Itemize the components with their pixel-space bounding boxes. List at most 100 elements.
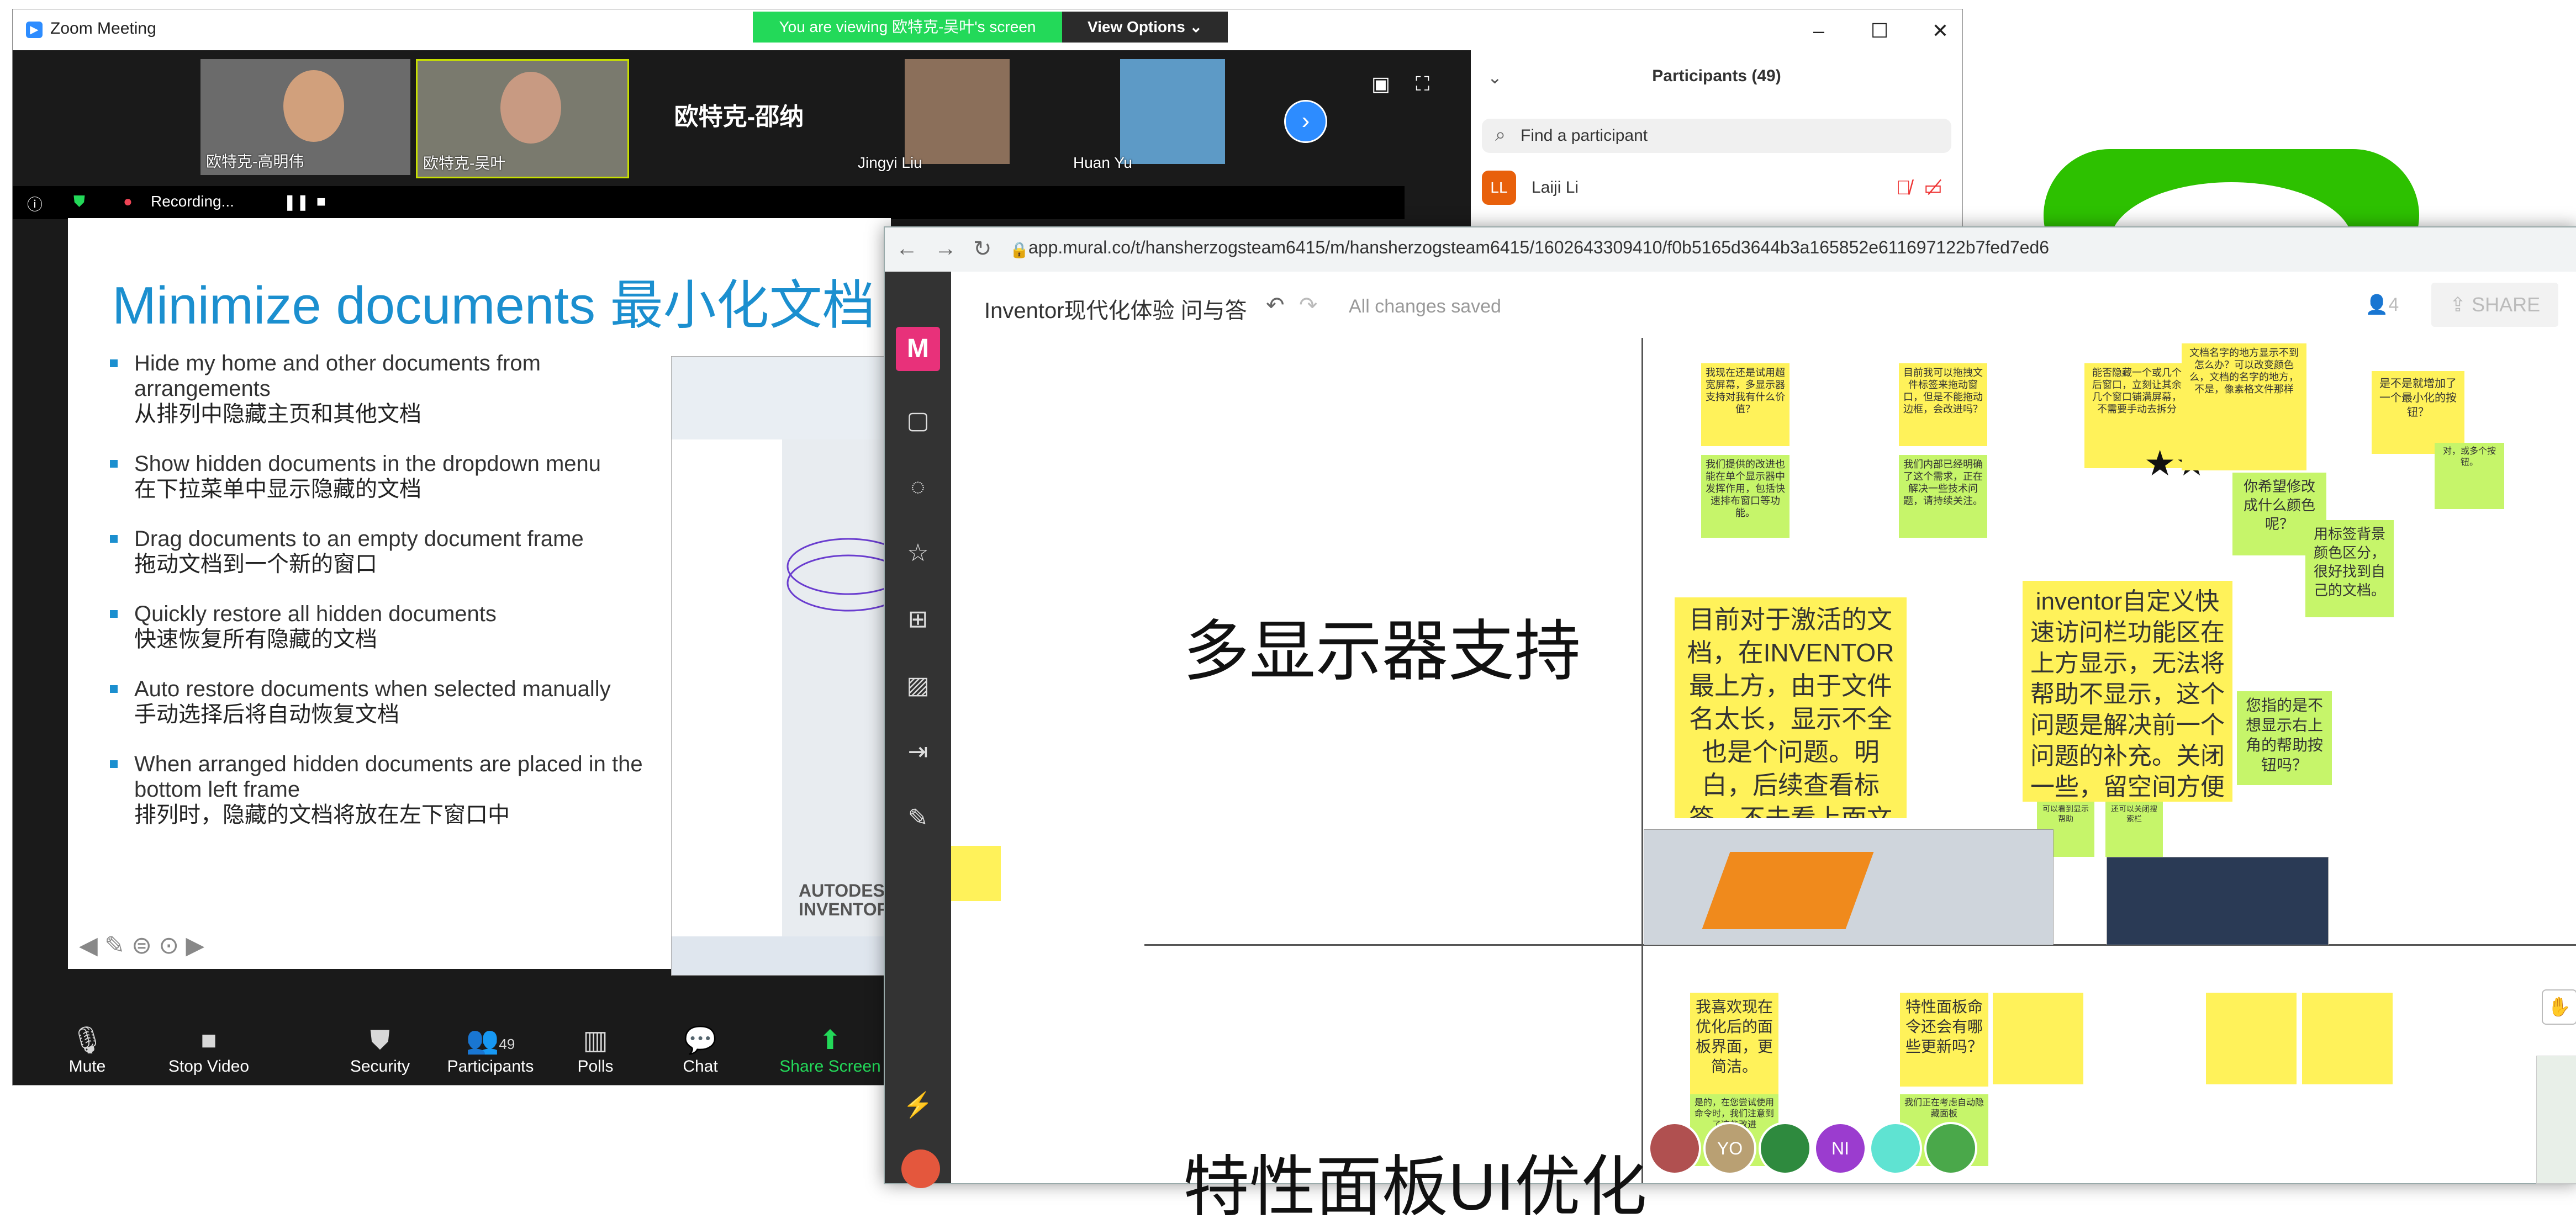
chat-button[interactable]: 💬 Chat (653, 1024, 747, 1076)
stop-video-button[interactable]: ■ Stop Video (162, 1024, 256, 1076)
star-icon[interactable]: ☆ (901, 537, 935, 570)
participant-name: Laiji Li (1532, 178, 1579, 197)
participant-name: 欧特克-邵纳 (674, 103, 804, 130)
mural-title[interactable]: Inventor现代化体验 问与答 (984, 293, 1247, 325)
sticky-note[interactable] (2302, 993, 2393, 1084)
slide-nav-icons[interactable]: ◀ ✎ ⊜ ⊙ ▶ (79, 931, 204, 960)
collaborator-avatar[interactable] (1869, 1122, 1922, 1175)
image-icon[interactable]: ▨ (901, 669, 935, 702)
frameworks-icon[interactable]: ⊞ (901, 603, 935, 636)
sticky-note[interactable]: 特性面板命令还会有哪些更新吗？ (1900, 993, 1988, 1087)
sticky-note[interactable]: 还可以关闭搜索栏 (2105, 802, 2163, 857)
pause-recording-icon[interactable]: ❚❚ (283, 193, 309, 211)
sticky-note[interactable]: 我现在还是试用超宽屏幕，多显示器支持对我有什么价值？ (1701, 363, 1790, 446)
lightning-icon[interactable]: ⚡ (901, 1089, 935, 1122)
reload-icon[interactable]: ↻ (973, 236, 992, 262)
secure-shield-icon: ⛊ (73, 193, 86, 210)
sticky-note[interactable] (1993, 993, 2083, 1084)
search-placeholder: Find a participant (1521, 126, 1648, 145)
share-screen-button[interactable]: ⬆ Share Screen (769, 1024, 891, 1076)
lock-icon: 🔒 (1010, 241, 1029, 258)
mural-logo-icon[interactable]: M (896, 327, 940, 371)
maximize-icon[interactable]: ☐ (1863, 17, 1896, 45)
window-title: Zoom Meeting (50, 19, 156, 38)
collaborator-avatar[interactable] (1648, 1122, 1701, 1175)
participant-label: 欧特克-吴叶 (423, 155, 506, 172)
participants-button[interactable]: 👥49 Participants (444, 1024, 537, 1076)
mute-button[interactable]: 🎙 Mute (40, 1024, 134, 1076)
people-icon: 👥49 (466, 1026, 515, 1055)
video-thumbnail-active[interactable]: 欧特克-吴叶 (416, 59, 629, 178)
video-thumbnail-strip: 欧特克-高明伟 欧特克-吴叶 欧特克-邵纳 Jingyi Liu Huan Yu… (13, 50, 1471, 178)
upload-icon[interactable]: ⇥ (901, 735, 935, 769)
participant-label: 欧特克-高明伟 (206, 153, 304, 170)
video-thumbnail[interactable]: Jingyi Liu (852, 59, 1062, 175)
polls-button[interactable]: ▥ Polls (548, 1024, 642, 1076)
sticky-note[interactable]: 文档名字的地方显示不到怎么办？可以改变颜色么，文档的名字的地方，不是，像素格文件… (2182, 343, 2306, 470)
user-avatar[interactable] (901, 1149, 940, 1188)
collaborator-avatar[interactable]: NI (1814, 1122, 1867, 1175)
next-page-icon[interactable]: › (1284, 100, 1327, 143)
bullet-item: Show hidden documents in the dropdown me… (101, 451, 664, 502)
mural-header: Inventor现代化体验 问与答 ↶ ↷ All changes saved … (951, 272, 2576, 338)
collaborator-avatar[interactable]: YO (1703, 1122, 1756, 1175)
collaborator-avatar[interactable] (1924, 1122, 1977, 1175)
avatar: LL (1482, 171, 1516, 205)
sticky-note[interactable]: 您指的是不想显示右上角的帮助按钮吗？ (2237, 691, 2332, 785)
save-status: All changes saved (1349, 296, 1501, 317)
pasted-screenshot[interactable] (1644, 829, 2054, 945)
back-icon[interactable]: ← (896, 236, 918, 261)
undo-icon[interactable]: ↶ (1266, 293, 1285, 318)
share-button[interactable]: ⇪ SHARE (2431, 283, 2558, 327)
sticky-note[interactable]: 目前我可以拖拽文件标签来拖动窗口，但是不能拖动边框，会改进吗？ (1899, 363, 1987, 446)
sticky-note[interactable]: 是不是就增加了一个最小化的按钮？ (2372, 371, 2464, 454)
recording-icon: ● (123, 193, 133, 210)
sticky-note[interactable]: 目前对于激活的文档，在INVENTOR最上方，由于文件名太长，显示不全也是个问题… (1675, 597, 1907, 818)
pen-icon[interactable]: ✎ (901, 802, 935, 835)
microphone-icon: 🎙 (70, 1026, 104, 1055)
bullet-item: Auto restore documents when selected man… (101, 676, 664, 727)
layout-icon[interactable]: ▣ (1371, 72, 1390, 96)
sticky-note[interactable] (2206, 993, 2297, 1084)
fullscreen-icon[interactable]: ⛶ (1416, 72, 1429, 96)
sticky-note[interactable]: 对，或多个按钮。 (2435, 443, 2504, 509)
close-icon[interactable]: ✕ (1924, 17, 1957, 45)
sticky-note[interactable]: 我们提供的改进也能在单个显示器中发挥作用，包括快速排布窗口等功能。 (1701, 455, 1790, 538)
sticky-note[interactable] (951, 846, 1001, 901)
sticky-note[interactable]: 用标签背景颜色区分，很好找到自己的文档。 (2305, 520, 2394, 617)
shapes-icon[interactable]: ◌ (901, 470, 935, 504)
url-text[interactable]: app.mural.co/t/hansherzogsteam6415/m/han… (1028, 237, 2049, 258)
info-icon[interactable]: ⓘ (27, 193, 43, 215)
minimize-icon[interactable]: – (1802, 17, 1835, 45)
video-thumbnail[interactable]: 欧特克-高明伟 (200, 59, 410, 175)
minimap[interactable] (2536, 1056, 2576, 1184)
redo-icon[interactable]: ↷ (1299, 293, 1318, 318)
poll-icon: ▥ (583, 1026, 608, 1055)
mural-canvas[interactable]: 多显示器支持 特性面板UI优化 目前对于激活的文档，在INVENTOR最上方，由… (951, 338, 2576, 1224)
address-bar: ← → ↻ 🔒 app.mural.co/t/hansherzogsteam64… (885, 227, 2576, 272)
mural-sidebar: M ▢ ◌ ☆ ⊞ ▨ ⇥ ✎ ⚡ (885, 272, 951, 1188)
sticky-note[interactable]: 我们内部已经明确了这个需求，正在解决一些技术问题，请持续关注。 (1899, 455, 1987, 538)
zoom-logo-icon: ▶ (26, 22, 43, 38)
security-button[interactable]: ⛊ Security (333, 1024, 427, 1076)
hand-tool-icon[interactable]: ✋ (2542, 989, 2576, 1025)
pasted-screenshot[interactable] (2107, 857, 2329, 945)
person-icon: 👤 (2365, 294, 2389, 315)
shared-slide: Minimize documents 最小化文档 Hide my home an… (68, 218, 898, 976)
zoom-title-bar: ▶ Zoom Meeting You are viewing 欧特克-吴叶's … (13, 9, 1962, 50)
video-thumbnail[interactable]: Huan Yu (1068, 59, 1278, 175)
sketch-ellipse (786, 538, 893, 612)
stop-recording-icon[interactable]: ■ (316, 193, 326, 210)
camera-icon: ■ (200, 1026, 217, 1055)
participant-row[interactable]: LL Laiji Li 🎙̸ ▭̸ (1471, 168, 1962, 207)
forward-icon[interactable]: → (935, 236, 957, 261)
view-options-button[interactable]: View Options ⌄ (1062, 12, 1228, 43)
video-thumbnail[interactable]: 欧特克-邵纳 (634, 59, 844, 175)
users-count: 👤4 (2365, 294, 2399, 315)
sticky-note[interactable]: inventor自定义快速访问栏功能区在上方显示，无法将帮助不显示，这个问题是解… (2023, 581, 2232, 802)
collaborator-avatar[interactable] (1759, 1122, 1812, 1175)
inventor-model-tree (672, 439, 783, 936)
share-icon: ⇪ (2449, 293, 2472, 316)
sticky-note-icon[interactable]: ▢ (901, 404, 935, 437)
search-input[interactable]: ⌕ Find a participant (1482, 119, 1951, 153)
